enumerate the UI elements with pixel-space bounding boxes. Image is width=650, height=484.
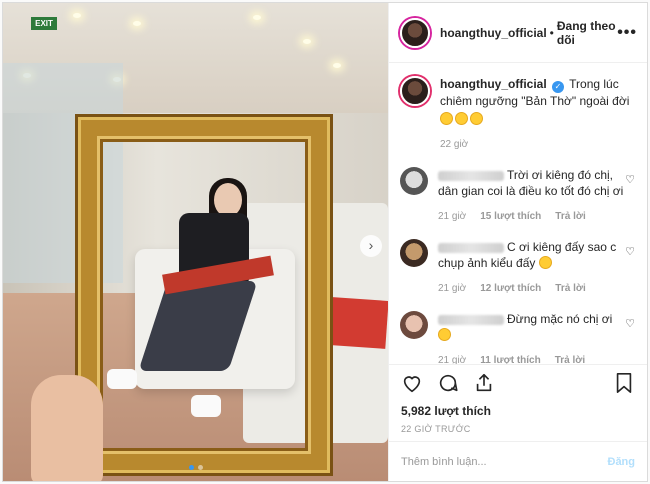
commenter-avatar[interactable] bbox=[400, 239, 428, 267]
comment-time[interactable]: 21 giờ bbox=[438, 209, 466, 225]
like-count[interactable]: 5,982 lượt thích bbox=[401, 404, 491, 418]
comment-time[interactable]: 21 giờ bbox=[438, 353, 466, 364]
like-comment-heart-icon[interactable]: ♡ bbox=[625, 317, 635, 330]
comment-item: C ơi kiêng đấy sao c chụp ảnh kiểu đấy 2… bbox=[400, 239, 635, 297]
carousel-dot-active bbox=[188, 465, 194, 470]
carousel-dot bbox=[197, 465, 203, 470]
sad-emoji-icon bbox=[438, 328, 451, 341]
header-username[interactable]: hoangthuy_official bbox=[440, 26, 547, 40]
post-comment-button[interactable]: Đăng bbox=[608, 456, 636, 468]
verified-badge-icon: ✓ bbox=[552, 81, 565, 93]
ceiling-light bbox=[333, 63, 341, 68]
red-folder bbox=[329, 297, 388, 349]
ceiling-light bbox=[303, 39, 311, 44]
follow-status-button[interactable]: Đang theo dõi bbox=[557, 19, 617, 47]
caption-emojis bbox=[440, 111, 635, 127]
commenter-username-blurred[interactable] bbox=[438, 170, 504, 181]
post-side-panel: hoangthuy_official • Đang theo dõi ••• h… bbox=[388, 3, 647, 481]
laugh-emoji-icon bbox=[470, 112, 483, 125]
commenter-username-blurred[interactable] bbox=[438, 242, 504, 253]
exit-sign: EXIT bbox=[31, 17, 57, 30]
comment-likes[interactable]: 12 lượt thích bbox=[480, 281, 541, 297]
commenter-avatar[interactable] bbox=[400, 167, 428, 195]
bookmark-icon[interactable] bbox=[612, 371, 636, 395]
carousel-dots bbox=[3, 465, 388, 470]
reply-button[interactable]: Trả lời bbox=[555, 353, 585, 364]
post-header: hoangthuy_official • Đang theo dõi ••• bbox=[389, 3, 647, 63]
rofl-emoji-icon bbox=[440, 112, 453, 125]
commenter-username-blurred[interactable] bbox=[438, 314, 504, 325]
more-options-icon[interactable]: ••• bbox=[617, 24, 637, 42]
gold-picture-frame bbox=[81, 120, 327, 470]
post-timestamp[interactable]: 22 GIỜ TRƯỚC bbox=[401, 424, 471, 434]
post-actions bbox=[389, 364, 647, 400]
ceiling-light bbox=[73, 13, 81, 18]
commenter-avatar[interactable] bbox=[400, 311, 428, 339]
reply-button[interactable]: Trả lời bbox=[555, 281, 585, 297]
post-photo[interactable]: EXIT › bbox=[3, 3, 388, 481]
add-comment-bar: Đăng bbox=[389, 441, 647, 481]
comments-list: hoangthuy_official ✓ Trong lúc chiêm ngư… bbox=[389, 64, 647, 364]
avatar[interactable] bbox=[400, 17, 430, 48]
grimace-emoji-icon bbox=[538, 256, 552, 269]
reply-button[interactable]: Trả lời bbox=[555, 209, 585, 225]
comment-item: Đừng mặc nó chị ơi 21 giờ 11 lượt thích … bbox=[400, 311, 635, 364]
comment-input[interactable] bbox=[401, 455, 608, 468]
grin-emoji-icon bbox=[455, 112, 468, 125]
ceiling-light bbox=[253, 15, 261, 20]
instagram-post: EXIT › hoangthuy_official • Đang theo dõ… bbox=[2, 2, 648, 482]
share-icon[interactable] bbox=[472, 371, 496, 395]
caption-time[interactable]: 22 giờ bbox=[440, 137, 468, 153]
comment-text: Đừng mặc nó chị ơi bbox=[507, 312, 613, 326]
header-separator: • bbox=[549, 25, 554, 40]
caption-username[interactable]: hoangthuy_official bbox=[440, 77, 547, 91]
caption-avatar[interactable] bbox=[400, 76, 430, 106]
comment-icon[interactable] bbox=[436, 371, 460, 395]
heart-icon[interactable] bbox=[400, 371, 424, 395]
comment-likes[interactable]: 15 lượt thích bbox=[480, 209, 541, 225]
next-photo-button[interactable]: › bbox=[360, 235, 382, 257]
like-comment-heart-icon[interactable]: ♡ bbox=[625, 173, 635, 186]
ceiling-light bbox=[133, 21, 141, 26]
like-comment-heart-icon[interactable]: ♡ bbox=[625, 245, 635, 258]
caption: hoangthuy_official ✓ Trong lúc chiêm ngư… bbox=[400, 76, 635, 153]
comment-time[interactable]: 21 giờ bbox=[438, 281, 466, 297]
comment-item: Trời ơi kiêng đó chị, dân gian coi là đi… bbox=[400, 167, 635, 225]
comment-likes[interactable]: 11 lượt thích bbox=[480, 353, 540, 364]
